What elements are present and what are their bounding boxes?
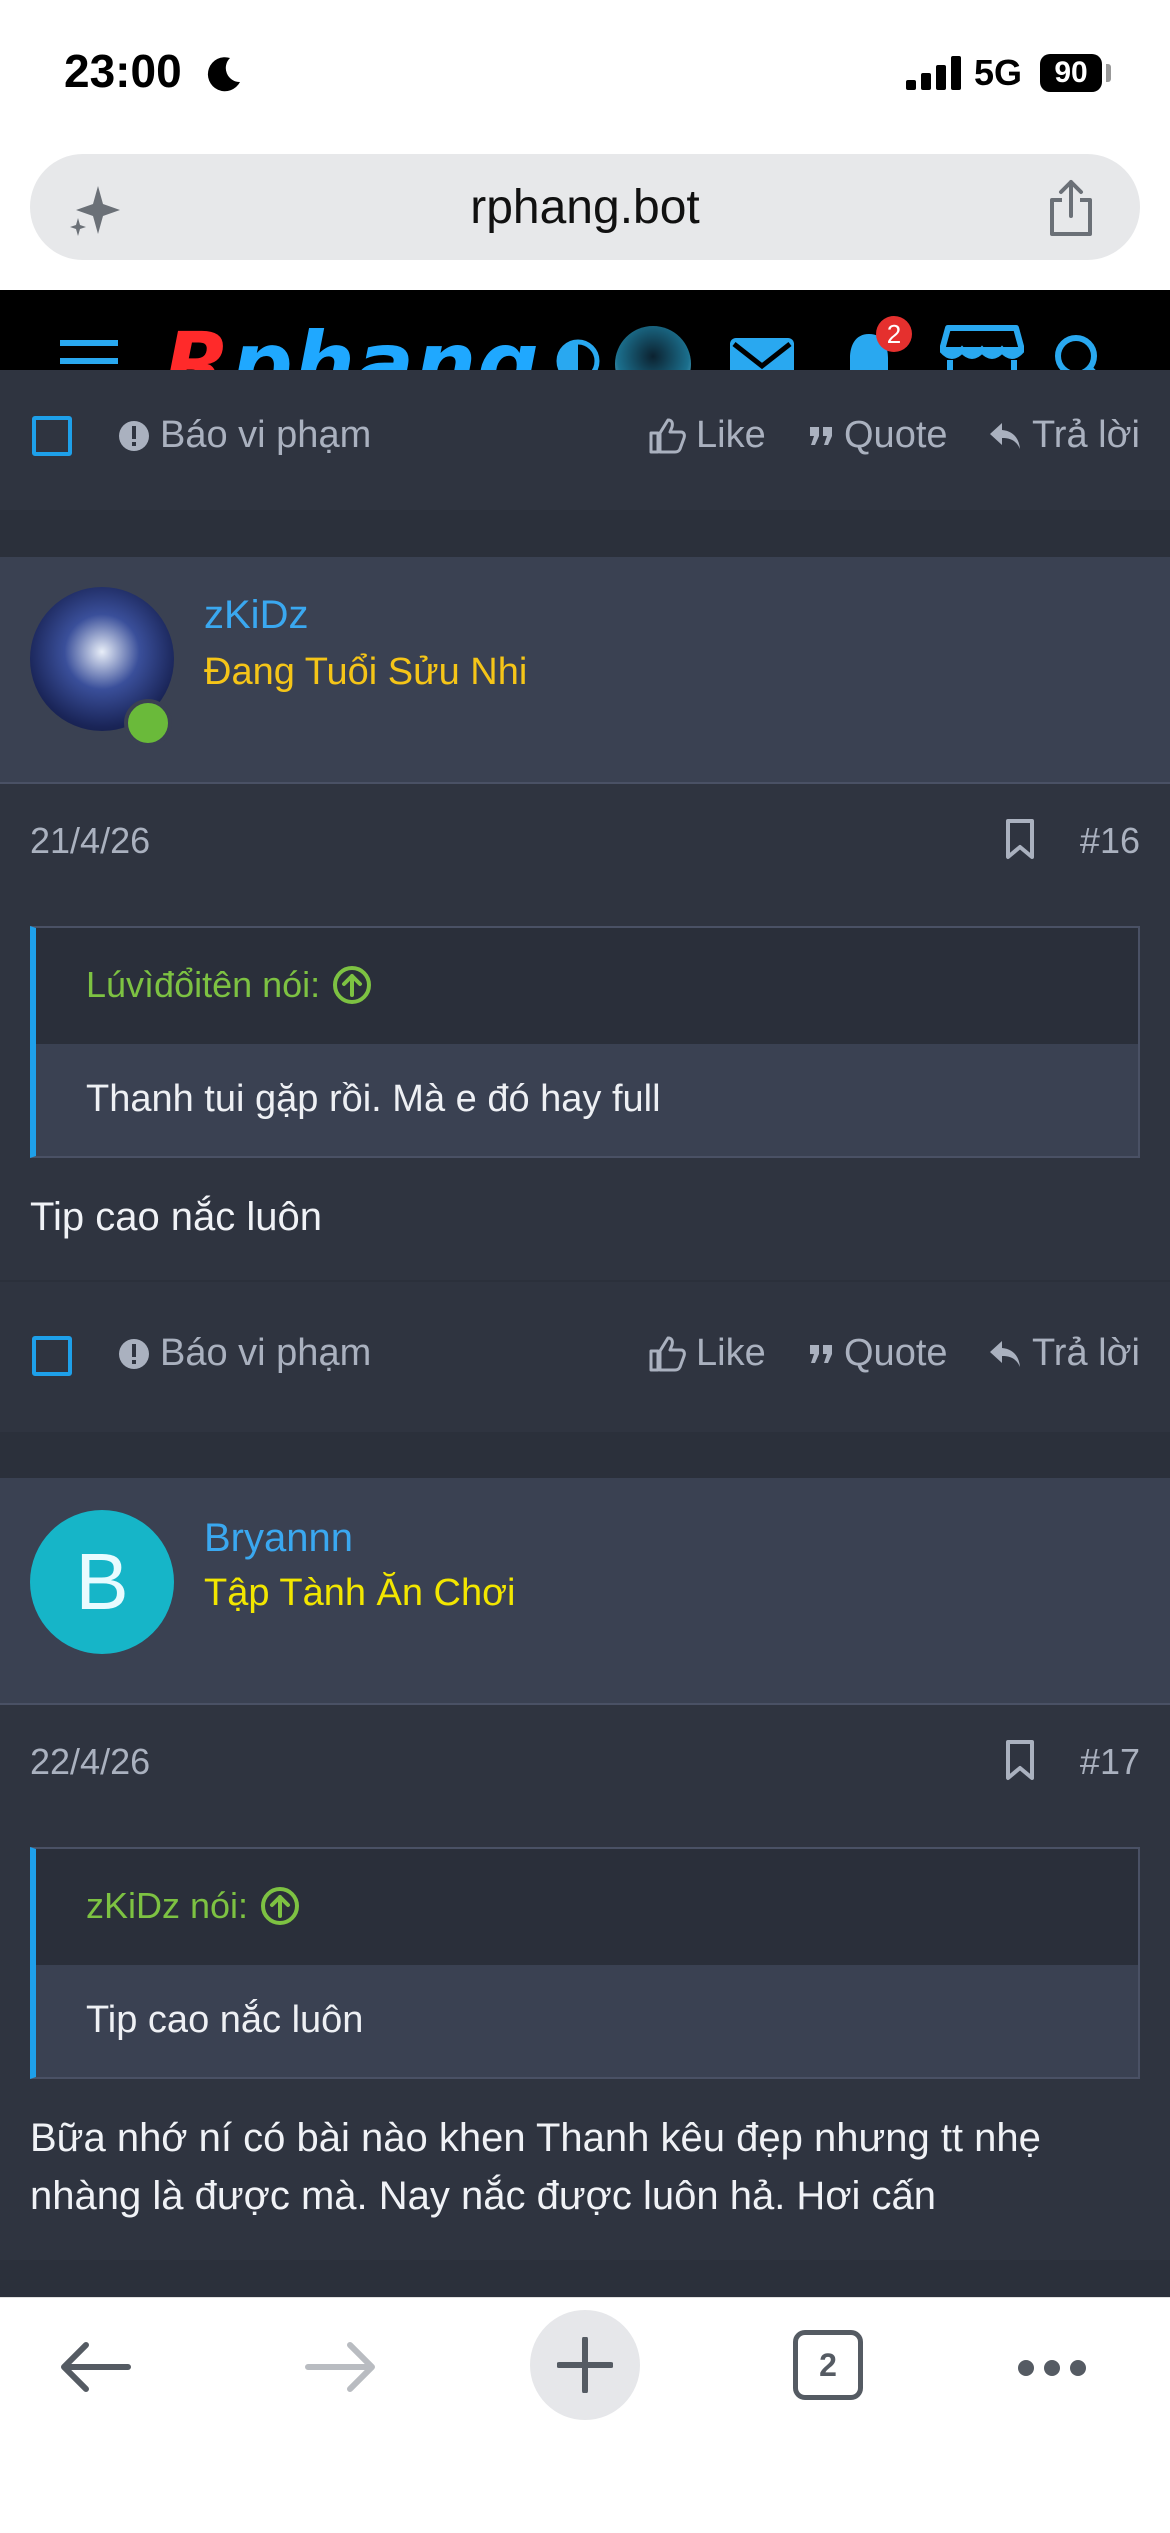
quote-icon — [810, 426, 832, 445]
browser-toolbar: rphang.bot — [0, 150, 1170, 290]
quote-icon — [810, 1344, 832, 1363]
reply-button[interactable]: Trả lời — [988, 414, 1140, 457]
back-arrow-icon[interactable] — [58, 2342, 132, 2392]
online-status-icon — [124, 699, 172, 747]
like-label: Like — [696, 414, 766, 456]
post-body: 22/4/26 #17 zKiDz nói: Tip cao nắc luôn … — [0, 1705, 1170, 2260]
user-title: Đang Tuổi Sửu Nhi — [204, 651, 528, 693]
post-date[interactable]: 22/4/26 — [30, 1741, 150, 1783]
quote-header: Lúvìđổitên nói: — [36, 928, 1138, 1044]
bookmark-icon[interactable] — [1004, 1739, 1036, 1781]
quote-button[interactable]: Quote — [808, 414, 948, 457]
like-button[interactable]: Like — [648, 1332, 766, 1375]
quote-label: Quote — [844, 414, 948, 456]
select-checkbox[interactable] — [32, 1336, 72, 1376]
forward-arrow-icon[interactable] — [304, 2342, 378, 2392]
post-message: Tip cao nắc luôn — [30, 1195, 323, 1239]
report-label: Báo vi phạm — [160, 414, 372, 456]
quote-author: Lúvìđổitên nói: — [86, 964, 321, 1005]
quote-block: Lúvìđổitên nói: Thanh tui gặp rồi. Mà e … — [30, 926, 1140, 1158]
select-checkbox[interactable] — [32, 416, 72, 456]
battery-tip — [1106, 64, 1111, 82]
post-body: 21/4/26 #16 Lúvìđổitên nói: Thanh tui gặ… — [0, 784, 1170, 1280]
new-tab-button[interactable] — [530, 2310, 640, 2420]
reply-icon — [990, 422, 1020, 449]
share-icon[interactable] — [1044, 178, 1098, 238]
like-button[interactable]: Like — [648, 414, 766, 457]
quote-author: zKiDz nói: — [86, 1885, 249, 1926]
address-bar[interactable]: rphang.bot — [30, 154, 1140, 260]
warning-icon — [119, 1338, 149, 1369]
thumbs-up-icon — [649, 1336, 686, 1371]
reply-label: Trả lời — [1032, 414, 1140, 456]
quote-content: Thanh tui gặp rồi. Mà e đó hay full — [36, 1044, 1138, 1156]
post-user-header: B Bryannn Tập Tành Ăn Chơi — [0, 1478, 1170, 1705]
post-user-header: zKiDz Đang Tuổi Sửu Nhi — [0, 557, 1170, 784]
avatar[interactable]: B — [30, 1510, 174, 1654]
reply-button[interactable]: Trả lời — [988, 1332, 1140, 1375]
reply-label: Trả lời — [1032, 1332, 1140, 1374]
arrow-up-circle-icon — [333, 966, 372, 1004]
tabs-button[interactable]: 2 — [793, 2330, 863, 2400]
warning-icon — [119, 420, 149, 451]
browser-bottom-bar: 2 — [0, 2297, 1170, 2533]
more-icon[interactable] — [1016, 2358, 1088, 2378]
user-title: Tập Tành Ăn Chơi — [204, 1572, 516, 1614]
quote-text: Thanh tui gặp rồi. Mà e đó hay full — [86, 1078, 661, 1120]
moon-icon — [207, 57, 240, 92]
arrow-up-circle-icon — [261, 1887, 300, 1925]
battery-indicator: 90 — [1040, 54, 1102, 92]
quote-author-link[interactable]: Lúvìđổitên nói: — [86, 964, 372, 1006]
quote-header: zKiDz nói: — [36, 1849, 1138, 1965]
quote-content: Tip cao nắc luôn — [36, 1965, 1138, 2077]
thumbs-up-icon — [649, 418, 686, 453]
post-message: Bữa nhớ ní có bài nào khen Thanh kêu đẹp… — [30, 2116, 1041, 2218]
post-number[interactable]: #17 — [1080, 1741, 1140, 1783]
plus-icon — [557, 2337, 613, 2393]
notification-badge: 2 — [876, 316, 912, 352]
report-button[interactable]: Báo vi phạm — [118, 1332, 371, 1375]
reply-icon — [990, 1340, 1020, 1367]
quote-author-link[interactable]: zKiDz nói: — [86, 1885, 300, 1927]
like-label: Like — [696, 1332, 766, 1374]
quote-label: Quote — [844, 1332, 948, 1374]
status-time: 23:00 — [64, 45, 182, 97]
quote-text: Tip cao nắc luôn — [86, 1999, 364, 2041]
network-type: 5G — [974, 52, 1023, 93]
post-actions: Báo vi phạm Like Quote Trả lời — [0, 1282, 1170, 1432]
username[interactable]: zKiDz — [204, 593, 308, 638]
post-number[interactable]: #16 — [1080, 820, 1140, 862]
status-bar: 23:00 5G 90 — [0, 0, 1170, 150]
quote-block: zKiDz nói: Tip cao nắc luôn — [30, 1847, 1140, 2079]
username[interactable]: Bryannn — [204, 1516, 353, 1561]
quote-button[interactable]: Quote — [808, 1332, 948, 1375]
post-date[interactable]: 21/4/26 — [30, 820, 150, 862]
url-text[interactable]: rphang.bot — [30, 180, 1140, 235]
post-actions-previous: Báo vi phạm Like Quote Trả lời — [0, 370, 1170, 510]
bookmark-icon[interactable] — [1004, 818, 1036, 860]
signal-icon — [906, 56, 961, 90]
report-button[interactable]: Báo vi phạm — [118, 414, 371, 457]
report-label: Báo vi phạm — [160, 1332, 372, 1374]
